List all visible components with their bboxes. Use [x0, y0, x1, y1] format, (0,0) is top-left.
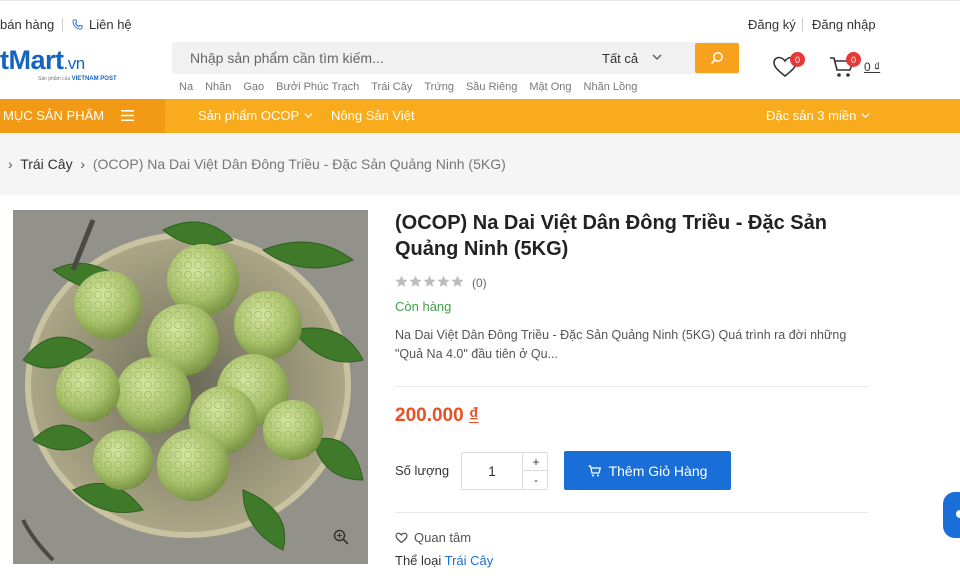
- nav-item-specialty[interactable]: Đặc sản 3 miền: [766, 108, 870, 123]
- suggestion-link[interactable]: Trái Cây: [371, 81, 412, 93]
- nav-item-label: Sản phẩm OCOP: [198, 108, 300, 123]
- divider: [802, 18, 803, 32]
- breadcrumb: › Trái Cây › (OCOP) Na Dai Việt Dân Đông…: [8, 156, 506, 172]
- chevron-down-icon[interactable]: [652, 52, 662, 62]
- search-input[interactable]: [172, 42, 582, 74]
- chat-icon: [956, 510, 960, 518]
- suggestion-link[interactable]: Mật Ong: [529, 81, 571, 93]
- chevron-down-icon: [304, 113, 313, 119]
- main-nav: MỤC SẢN PHẨM Sản phẩm OCOP Nông Sản Việt…: [0, 99, 960, 133]
- suggestion-link[interactable]: Na: [179, 81, 193, 93]
- product-price: 200.000 ₫: [395, 405, 479, 427]
- cart-button[interactable]: 0: [828, 52, 861, 79]
- quantity-decrease-button[interactable]: -: [523, 471, 549, 489]
- categories-label: MỤC SẢN PHẨM: [3, 108, 105, 123]
- suggestion-link[interactable]: Nhãn Lồng: [584, 81, 638, 93]
- top-bar: bán hàng Liên hệ Đăng ký Đăng nhập: [0, 0, 960, 42]
- breadcrumb-separator: ›: [8, 156, 13, 172]
- menu-icon: [121, 110, 134, 121]
- quantity-stepper: 1 + -: [461, 452, 549, 490]
- breadcrumb-separator: ›: [80, 156, 86, 172]
- logo-tagline-prefix: Sản phẩm của: [38, 76, 71, 82]
- login-link[interactable]: Đăng nhập: [812, 17, 876, 32]
- wishlist-button[interactable]: 0: [772, 52, 805, 79]
- quantity-controls: + -: [522, 453, 549, 489]
- categories-menu[interactable]: MỤC SẢN PHẨM: [0, 99, 165, 133]
- register-link[interactable]: Đăng ký: [748, 17, 796, 32]
- product-description: Na Dai Việt Dân Đông Triều - Đặc Sản Quả…: [395, 328, 847, 361]
- product-image[interactable]: [13, 210, 368, 564]
- add-to-wishlist-link[interactable]: Quan tâm: [395, 530, 471, 545]
- divider: [62, 18, 63, 32]
- rating-count[interactable]: (0): [472, 276, 487, 290]
- breadcrumb-current: (OCOP) Na Dai Việt Dân Đông Triều - Đặc …: [92, 156, 506, 172]
- cart-icon: [588, 464, 601, 476]
- star-icon: [409, 275, 422, 287]
- star-icon: [395, 275, 408, 287]
- category-label: Thể loại: [395, 553, 442, 568]
- suggestion-link[interactable]: Sầu Riêng: [466, 81, 517, 93]
- divider: [395, 512, 868, 513]
- divider: [395, 386, 868, 387]
- add-to-cart-button[interactable]: Thêm Giỏ Hàng: [564, 451, 731, 490]
- heart-icon: [395, 532, 408, 543]
- price-value: 200.000: [395, 405, 464, 426]
- search-bar: Tất cả: [172, 42, 739, 74]
- logo-main: tMart: [0, 45, 64, 75]
- logo-tagline-brand: VIETNAM POST: [71, 76, 117, 82]
- price-currency: ₫: [468, 405, 479, 426]
- breadcrumb-bar: › Trái Cây › (OCOP) Na Dai Việt Dân Đông…: [0, 133, 960, 195]
- cart-total[interactable]: 0 ₫: [864, 60, 880, 74]
- rating-stars: [395, 275, 464, 288]
- search-button[interactable]: [695, 43, 739, 73]
- logo-text: tMart.vn: [0, 45, 85, 79]
- wishlist-label: Quan tâm: [414, 530, 472, 545]
- product-title: (OCOP) Na Dai Việt Dân Đông Triều - Đặc …: [395, 212, 827, 260]
- floating-chat-button[interactable]: [943, 492, 960, 538]
- stock-status: Còn hàng: [395, 299, 452, 314]
- chevron-down-icon: [861, 113, 870, 119]
- star-icon: [451, 275, 464, 287]
- suggestion-link[interactable]: Bưởi Phúc Trạch: [276, 81, 359, 93]
- star-icon: [437, 275, 450, 287]
- sell-link[interactable]: bán hàng: [0, 17, 54, 32]
- suggestion-link[interactable]: Gạo: [243, 81, 264, 93]
- suggestion-link[interactable]: Trứng: [424, 81, 454, 93]
- search-suggestions: Na Nhãn Gạo Bưởi Phúc Trạch Trái Cây Trứ…: [179, 81, 637, 93]
- breadcrumb-category[interactable]: Trái Cây: [20, 156, 72, 172]
- nav-item-agri[interactable]: Nông Sản Việt: [331, 108, 415, 123]
- cart-count-badge: 0: [846, 52, 861, 67]
- product-category: Thể loại Trái Cây: [395, 553, 493, 568]
- quantity-input[interactable]: 1: [462, 463, 522, 479]
- nav-item-label: Nông Sản Việt: [331, 108, 415, 123]
- quantity-increase-button[interactable]: +: [523, 453, 549, 471]
- custard-apple-basket-image: [13, 210, 368, 564]
- star-icon: [423, 275, 436, 287]
- logo-tagline: Sản phẩm của VIETNAM POST: [38, 76, 117, 82]
- add-to-cart-label: Thêm Giỏ Hàng: [608, 462, 708, 479]
- phone-icon: [72, 19, 83, 30]
- zoom-icon[interactable]: [333, 529, 349, 545]
- logo-suffix: .vn: [63, 54, 86, 73]
- logo[interactable]: tMart.vn Sản phẩm của VIETNAM POST: [0, 45, 117, 85]
- nav-item-label: Đặc sản 3 miền: [766, 108, 857, 123]
- search-icon: [710, 52, 723, 65]
- contact-link[interactable]: Liên hệ: [72, 17, 132, 32]
- contact-label: Liên hệ: [89, 17, 132, 32]
- suggestion-link[interactable]: Nhãn: [205, 81, 231, 93]
- category-link[interactable]: Trái Cây: [445, 553, 494, 568]
- quantity-label: Số lượng: [395, 463, 450, 478]
- wishlist-count-badge: 0: [790, 52, 805, 67]
- nav-item-ocop[interactable]: Sản phẩm OCOP: [198, 108, 313, 123]
- search-category-select[interactable]: Tất cả: [602, 51, 638, 66]
